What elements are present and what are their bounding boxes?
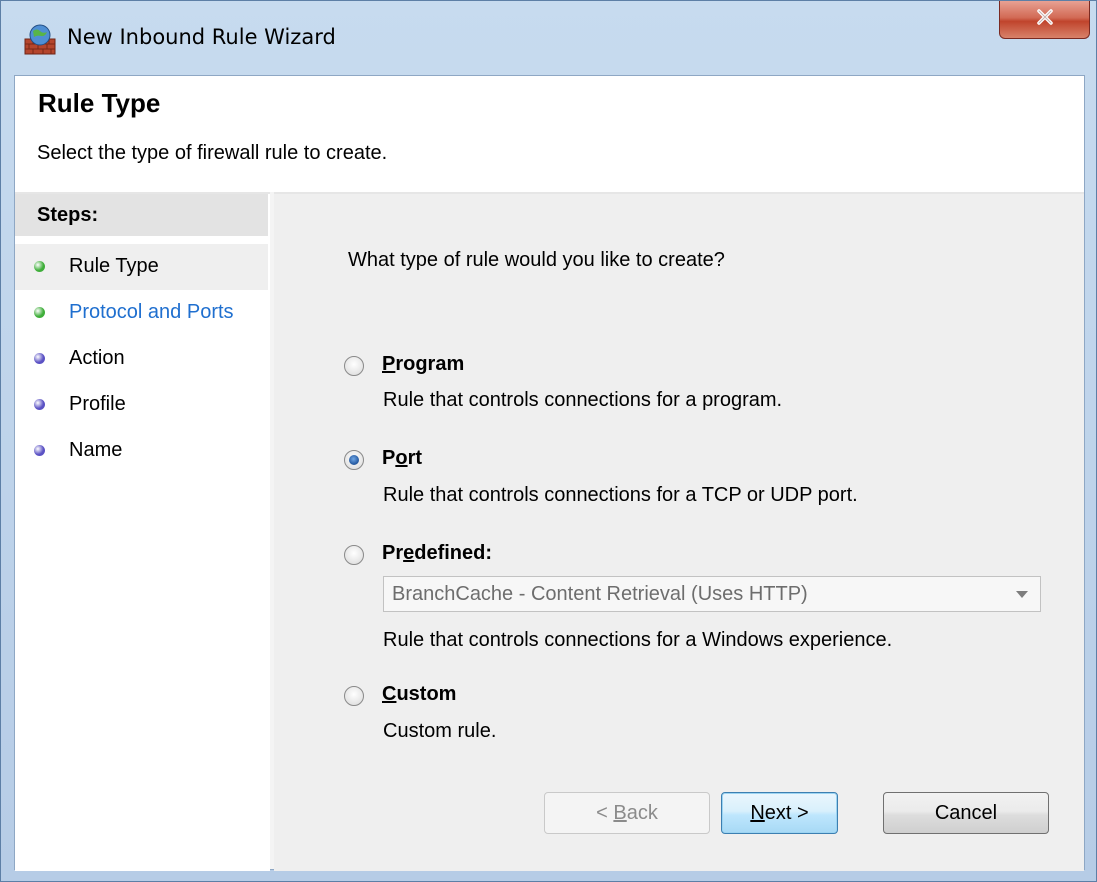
port-radio[interactable]: [344, 450, 364, 470]
predefined-radio[interactable]: [344, 545, 364, 565]
port-label[interactable]: Port: [382, 447, 422, 470]
custom-label[interactable]: Custom: [382, 683, 456, 706]
wizard-body: Rule Type Select the type of firewall ru…: [14, 75, 1085, 871]
step-label: Profile: [69, 393, 126, 415]
next-button[interactable]: Next >: [721, 792, 838, 834]
chevron-down-icon[interactable]: [1016, 591, 1028, 598]
step-profile: Profile: [15, 382, 268, 428]
step-label[interactable]: Protocol and Ports: [69, 301, 234, 324]
content-pane: What type of rule would you like to crea…: [274, 192, 1084, 871]
step-protocol-and-ports[interactable]: Protocol and Ports: [15, 290, 268, 336]
cancel-button[interactable]: Cancel: [883, 792, 1049, 834]
predefined-label[interactable]: Predefined:: [382, 542, 492, 565]
custom-description: Custom rule.: [383, 720, 497, 742]
close-icon: [1034, 7, 1056, 33]
back-button[interactable]: < Back: [544, 792, 710, 834]
predefined-select-value: BranchCache - Content Retrieval (Uses HT…: [392, 583, 808, 605]
step-done-icon: [34, 307, 45, 318]
title-bar[interactable]: New Inbound Rule Wizard: [1, 1, 1096, 75]
page-title: Rule Type: [38, 88, 161, 118]
step-rule-type: Rule Type: [15, 244, 268, 290]
firewall-icon: [23, 23, 57, 55]
program-radio[interactable]: [344, 356, 364, 376]
step-pending-icon: [34, 399, 45, 410]
program-label[interactable]: Program: [382, 353, 464, 376]
step-label: Rule Type: [69, 255, 159, 277]
step-pending-icon: [34, 353, 45, 364]
step-label: Action: [69, 347, 125, 369]
window-title: New Inbound Rule Wizard: [67, 25, 336, 49]
predefined-description: Rule that controls connections for a Win…: [383, 629, 893, 651]
page-subtitle: Select the type of firewall rule to crea…: [37, 142, 388, 164]
wizard-window: New Inbound Rule Wizard Rule Type Select…: [0, 0, 1097, 882]
step-name: Name: [15, 428, 268, 474]
predefined-rule-select[interactable]: BranchCache - Content Retrieval (Uses HT…: [383, 576, 1041, 612]
rule-type-question: What type of rule would you like to crea…: [348, 249, 725, 271]
step-action: Action: [15, 336, 268, 382]
steps-pane: Steps: Rule Type Protocol and Ports Acti…: [15, 192, 270, 871]
program-description: Rule that controls connections for a pro…: [383, 389, 783, 411]
close-button[interactable]: [999, 1, 1090, 39]
step-label: Name: [69, 439, 123, 461]
port-description: Rule that controls connections for a TCP…: [383, 484, 858, 506]
step-done-icon: [34, 261, 45, 272]
step-pending-icon: [34, 445, 45, 456]
steps-heading: Steps:: [15, 194, 268, 236]
custom-radio[interactable]: [344, 686, 364, 706]
